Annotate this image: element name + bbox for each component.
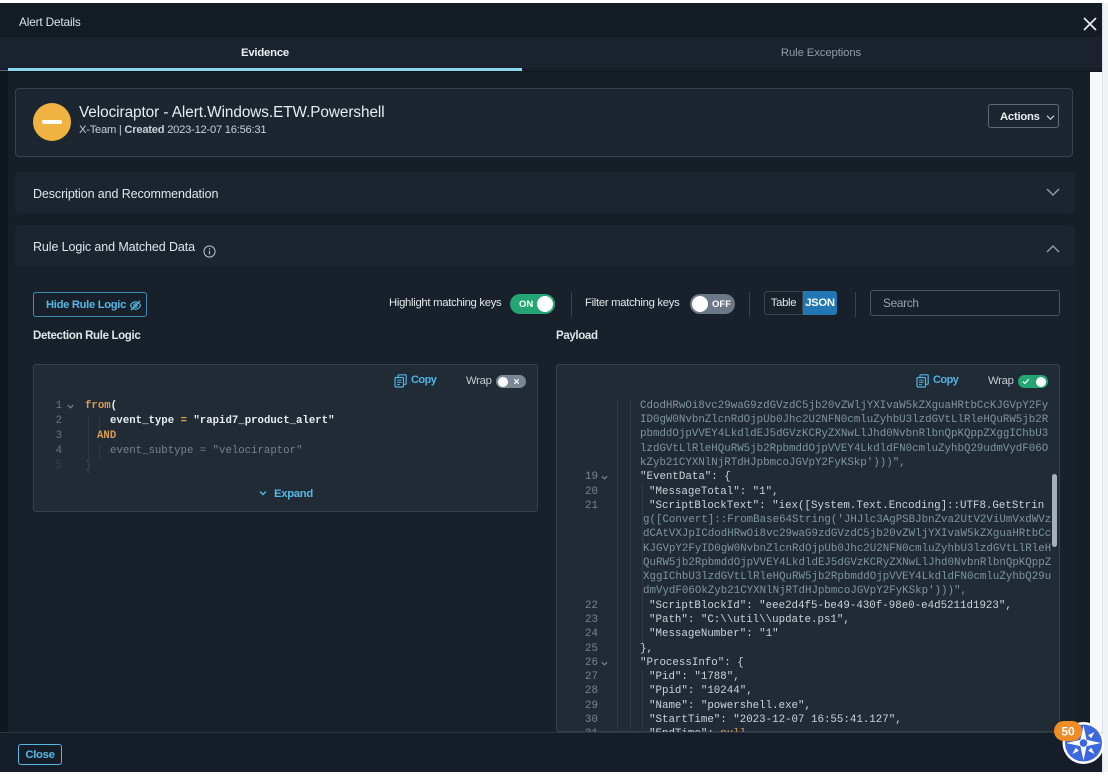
svg-text:50: 50 — [1061, 725, 1075, 739]
